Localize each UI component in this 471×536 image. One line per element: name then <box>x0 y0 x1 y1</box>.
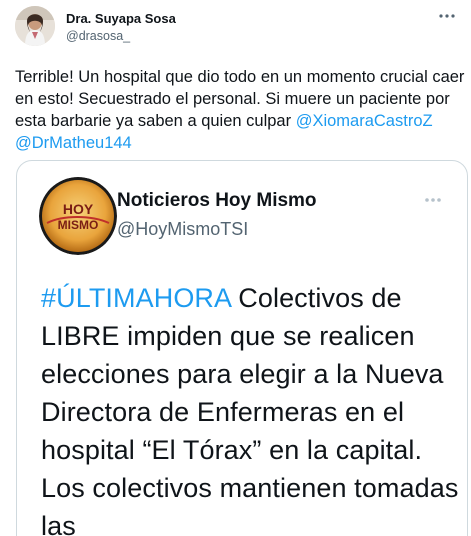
mention-link[interactable]: @XiomaraCastroZ <box>296 112 433 130</box>
tweet-text: Terrible! Un hospital que dio todo en un… <box>15 66 465 154</box>
author-handle[interactable]: @drasosa_ <box>66 28 176 44</box>
logo-text-line2: MISMO <box>58 218 99 232</box>
quoted-tweet-text: #ÚLTIMAHORA Colectivos de LIBRE impiden … <box>41 279 465 536</box>
author-info: Dra. Suyapa Sosa @drasosa_ <box>66 11 176 44</box>
logo-text-line1: HOY <box>63 201 94 217</box>
mention-link[interactable]: @DrMatheu144 <box>15 134 132 152</box>
quoted-author-avatar[interactable]: HOY MISMO <box>39 177 117 255</box>
author-avatar[interactable] <box>15 6 55 46</box>
hashtag-link[interactable]: #ÚLTIMAHORA <box>41 283 231 313</box>
quoted-body: Colectivos de LIBRE impiden que se reali… <box>41 283 459 536</box>
more-horizontal-icon[interactable] <box>421 193 445 207</box>
quoted-author-handle[interactable]: @HoyMismoTSI <box>117 217 248 241</box>
author-name[interactable]: Dra. Suyapa Sosa <box>66 11 176 27</box>
tweet: Dra. Suyapa Sosa @drasosa_ Terrible! Un … <box>0 0 471 536</box>
quoted-tweet-card[interactable]: HOY MISMO Noticieros Hoy Mismo @HoyMismo… <box>16 160 468 536</box>
quoted-author-name[interactable]: Noticieros Hoy Mismo <box>117 189 317 213</box>
more-horizontal-icon[interactable] <box>436 8 458 24</box>
